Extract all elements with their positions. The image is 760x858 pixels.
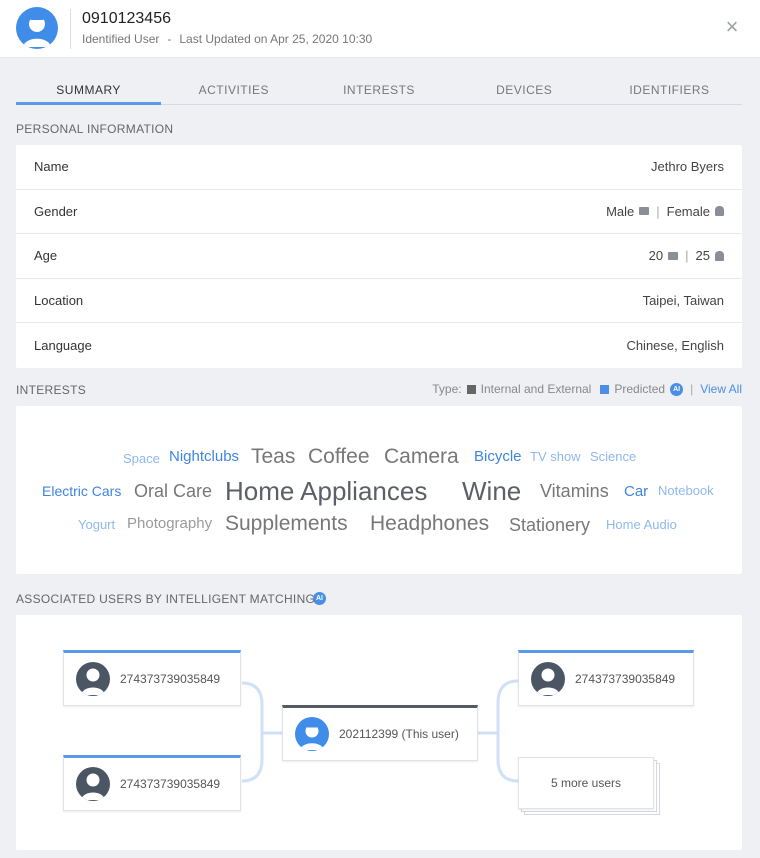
close-icon[interactable]: × (720, 16, 744, 40)
info-value: 20 | 25 (649, 248, 724, 263)
tab-activities[interactable]: ACTIVITIES (161, 74, 306, 104)
value-separator: | (656, 203, 660, 219)
info-label: Language (34, 338, 92, 354)
last-updated: Last Updated on Apr 25, 2020 10:30 (179, 32, 373, 46)
user-avatar-icon (76, 662, 110, 696)
legend-type-label: Type: (432, 382, 462, 396)
user-avatar-icon (531, 662, 565, 696)
interest-word-bicycle[interactable]: Bicycle (474, 449, 522, 464)
interest-word-coffee[interactable]: Coffee (308, 446, 370, 467)
interest-word-home-appliances[interactable]: Home Appliances (225, 478, 427, 504)
age-internal-value: 20 (648, 248, 664, 264)
info-value: Chinese, English (626, 338, 724, 353)
info-label: Location (34, 293, 84, 309)
personal-info-card: Name Jethro Byers Gender Male | Female A… (16, 145, 742, 368)
info-value: Male | Female (606, 204, 724, 219)
right-bracket-connector (496, 679, 519, 783)
internal-data-icon (466, 384, 476, 394)
legend-predicted-label: Predicted (614, 382, 666, 396)
interest-legend: Type: Internal and External Predicted AI… (432, 382, 742, 396)
interest-word-tv-show[interactable]: TV show (530, 450, 581, 463)
interest-word-photography[interactable]: Photography (127, 516, 212, 531)
location-value: Taipei, Taiwan (642, 293, 724, 309)
associated-user-node[interactable]: 274373739035849 (63, 755, 241, 811)
info-row-age: Age 20 | 25 (16, 234, 742, 279)
interest-word-wine[interactable]: Wine (462, 478, 521, 504)
interest-word-vitamins[interactable]: Vitamins (540, 482, 609, 500)
header-subtitle: Identified User - Last Updated on Apr 25, … (82, 32, 372, 46)
associated-users-heading: ASSOCIATED USERS BY INTELLIGENT MATCHING (16, 592, 316, 606)
info-row-gender: Gender Male | Female (16, 190, 742, 235)
gender-internal-value: Male (606, 203, 635, 219)
interest-cloud: Space Nightclubs Teas Coffee Camera Bicy… (16, 406, 742, 574)
language-value: Chinese, English (626, 338, 724, 354)
interest-word-teas[interactable]: Teas (251, 446, 295, 467)
interests-heading: INTERESTS (16, 383, 87, 397)
value-separator: | (685, 248, 689, 264)
internal-data-icon (639, 207, 650, 216)
age-predicted-value: 25 (695, 248, 710, 264)
internal-data-icon (668, 251, 679, 260)
legend-separator: | (690, 382, 694, 396)
info-label: Age (34, 248, 58, 264)
interest-word-yogurt[interactable]: Yogurt (78, 518, 115, 531)
gender-predicted-value: Female (666, 203, 710, 219)
interest-word-camera[interactable]: Camera (384, 446, 459, 467)
association-graph-card: 274373739035849 274373739035849 20211239… (16, 615, 742, 850)
ai-badge-icon: AI (670, 382, 684, 396)
interest-word-space[interactable]: Space (123, 452, 160, 465)
left-bracket-connector (241, 681, 264, 783)
info-label: Name (34, 159, 69, 175)
interest-word-nightclubs[interactable]: Nightclubs (169, 449, 239, 464)
info-label: Gender (34, 203, 78, 219)
interest-word-home-audio[interactable]: Home Audio (606, 518, 677, 531)
this-user-node[interactable]: 202112399 (This user) (282, 705, 478, 761)
interest-word-stationery[interactable]: Stationery (509, 516, 590, 534)
more-users-node[interactable]: 5 more users (518, 757, 654, 809)
header-separator: - (167, 32, 172, 46)
associated-user-id: 274373739035849 (120, 777, 221, 791)
interest-word-notebook[interactable]: Notebook (658, 484, 714, 497)
info-value: Taipei, Taiwan (643, 293, 724, 308)
profile-tabs: SUMMARY ACTIVITIES INTERESTS DEVICES IDE… (16, 74, 742, 105)
tab-identifiers[interactable]: IDENTIFIERS (597, 74, 742, 104)
user-type: Identified User (82, 32, 160, 46)
tab-summary[interactable]: SUMMARY (16, 74, 162, 105)
associated-user-node[interactable]: 274373739035849 (518, 650, 694, 706)
associated-user-id: 274373739035849 (120, 672, 221, 686)
view-all-link[interactable]: View All (700, 382, 742, 396)
interest-word-car[interactable]: Car (624, 484, 648, 499)
associated-user-id: 274373739035849 (575, 672, 676, 686)
personal-info-heading: PERSONAL INFORMATION (16, 122, 174, 136)
this-user-id: 202112399 (This user) (339, 727, 459, 741)
interest-word-electric-cars[interactable]: Electric Cars (42, 484, 121, 498)
name-value: Jethro Byers (651, 159, 724, 175)
user-avatar-icon (16, 7, 58, 49)
ai-badge-icon: AI (313, 592, 326, 605)
interest-word-headphones[interactable]: Headphones (370, 513, 489, 534)
user-avatar-icon (76, 767, 110, 801)
predicted-data-icon (715, 206, 724, 217)
interest-word-oral-care[interactable]: Oral Care (134, 482, 212, 500)
info-row-location: Location Taipei, Taiwan (16, 279, 742, 324)
profile-header: 0910123456 Identified User - Last Updated … (0, 0, 760, 58)
tab-devices[interactable]: DEVICES (452, 74, 597, 104)
predicted-data-icon (715, 250, 724, 261)
user-phone-title: 0910123456 (82, 10, 171, 27)
interest-cloud-card: Space Nightclubs Teas Coffee Camera Bicy… (16, 406, 742, 574)
associated-user-node[interactable]: 274373739035849 (63, 650, 241, 706)
info-row-language: Language Chinese, English (16, 323, 742, 368)
header-divider (70, 9, 71, 49)
interest-word-science[interactable]: Science (590, 450, 636, 463)
interest-word-supplements[interactable]: Supplements (225, 513, 348, 534)
predicted-data-icon (600, 384, 610, 394)
legend-internal-label: Internal and External (480, 382, 592, 396)
user-avatar-icon (295, 717, 329, 751)
tab-interests[interactable]: INTERESTS (306, 74, 451, 104)
info-value: Jethro Byers (651, 159, 724, 174)
info-row-name: Name Jethro Byers (16, 145, 742, 190)
more-users-label: 5 more users (550, 776, 622, 790)
